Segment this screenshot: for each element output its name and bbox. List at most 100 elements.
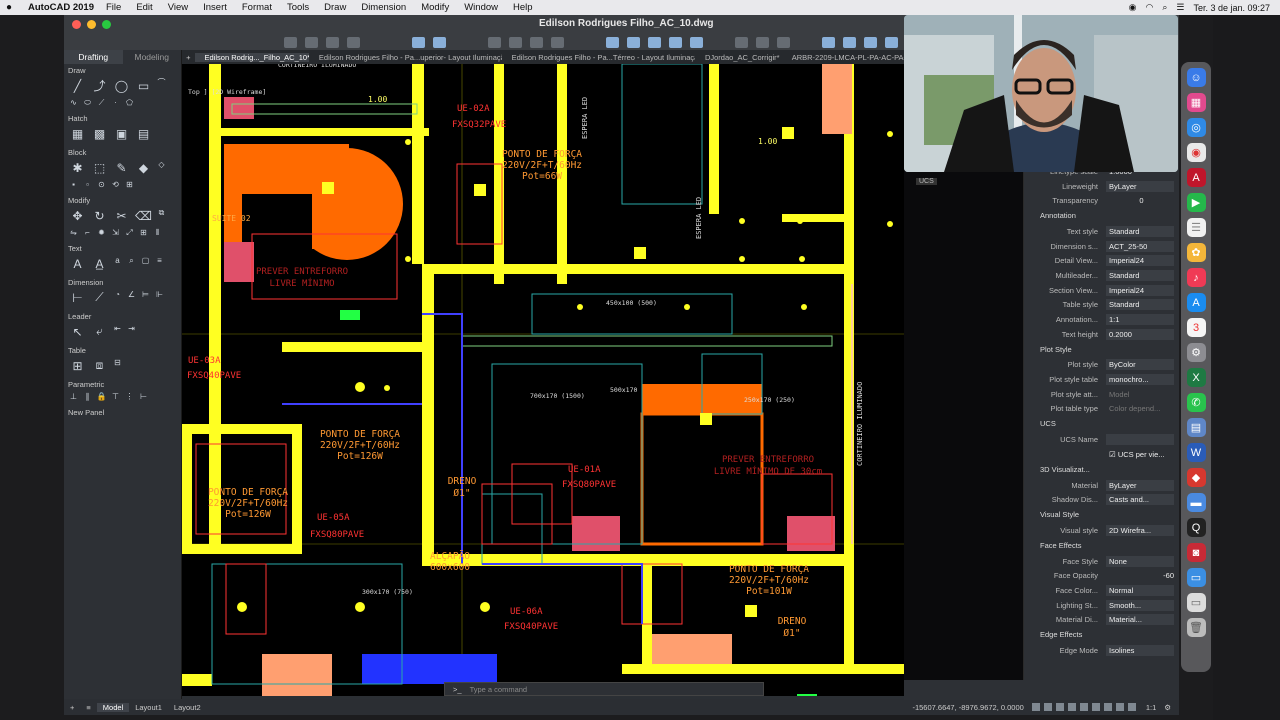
base-point-icon[interactable]: ⊙ [96, 179, 107, 190]
system-preferences-icon[interactable]: ⚙ [1186, 343, 1206, 362]
transparency-toggle-icon[interactable] [1115, 703, 1124, 711]
polar-toggle-icon[interactable] [1067, 703, 1076, 711]
data-extract-icon[interactable]: ⧈ [90, 357, 109, 374]
dimension-style-select[interactable]: ACT_25-50 [1106, 240, 1174, 252]
visual-style-heading[interactable]: Visual Style [1026, 507, 1174, 523]
scale-icon[interactable]: ⤢ [124, 227, 135, 238]
pan-icon[interactable] [756, 36, 769, 48]
menu-view[interactable]: View [168, 2, 188, 13]
zoom-window-button[interactable] [102, 20, 111, 29]
horizontal-icon[interactable]: ⊤ [110, 391, 121, 402]
app-icon[interactable]: ▬ [1186, 493, 1206, 512]
spline-icon[interactable]: ∿ [68, 97, 79, 108]
matchprop-icon[interactable] [843, 36, 856, 48]
drawing-canvas[interactable]: UE-03A FXSQ40PAVE UE-02A FXSQ32PAVE UE-0… [182, 64, 904, 696]
annotation-scale[interactable]: 1:1 [1146, 703, 1156, 712]
model-tab[interactable]: Model [96, 702, 130, 712]
fillet-icon[interactable]: ⌐ [82, 227, 93, 238]
collect-leader-icon[interactable]: ⇥ [126, 323, 137, 334]
wifi-icon[interactable]: ◠ [1145, 2, 1153, 13]
move-icon[interactable]: ✥ [68, 207, 87, 224]
checkbox-icon[interactable]: ☑ [1109, 450, 1118, 459]
text-style-icon[interactable]: A̲ [90, 255, 109, 272]
mirror-icon[interactable]: ⇋ [68, 227, 79, 238]
minimize-window-button[interactable] [87, 20, 96, 29]
line-icon[interactable]: ╱ [68, 77, 87, 94]
material-select[interactable]: ByLayer [1106, 479, 1174, 491]
add-leader-icon[interactable]: ⤶ [90, 323, 109, 340]
insert-block-icon[interactable]: ⬚ [90, 159, 109, 176]
preview-icon[interactable]: ▤ [1186, 418, 1206, 437]
copy-icon[interactable]: ⧉ [156, 207, 167, 218]
lineweight-toggle-icon[interactable] [1103, 703, 1112, 711]
link-data-icon[interactable]: ⊟ [112, 357, 123, 368]
polyline-icon[interactable]: ⤴ [90, 77, 109, 94]
music-icon[interactable]: ♪ [1186, 268, 1206, 287]
rectangle-icon[interactable]: ▭ [134, 77, 153, 94]
lock-icon[interactable]: 🔒 [96, 391, 107, 402]
snap-toggle-icon[interactable] [1043, 703, 1052, 711]
orbit-icon[interactable] [777, 36, 790, 48]
continue-dim-icon[interactable]: ⊩ [154, 289, 165, 300]
spell-icon[interactable]: a [112, 255, 123, 266]
osnap-toggle-icon[interactable] [1079, 703, 1088, 711]
trash-icon[interactable]: 🗑 [1186, 618, 1206, 637]
aligned-dim-icon[interactable]: ⟋ [90, 289, 109, 306]
radius-dim-icon[interactable]: ◔ [112, 289, 123, 300]
gradient-icon[interactable]: ▩ [90, 125, 109, 142]
calendar-icon[interactable]: 3 [1186, 318, 1206, 337]
plot-style-select[interactable]: ByColor [1106, 359, 1174, 371]
multileader-select[interactable]: Standard [1106, 269, 1174, 281]
table-style-select[interactable]: Standard [1106, 299, 1174, 311]
clock[interactable]: Ter. 3 de jan. 09:27 [1193, 3, 1270, 13]
section-view-select[interactable]: Imperial24 [1106, 284, 1174, 296]
stretch-icon[interactable]: ⇲ [110, 227, 121, 238]
parallel-icon[interactable]: ∥ [82, 391, 93, 402]
print-icon[interactable] [509, 36, 522, 48]
safari-icon[interactable]: ◎ [1186, 118, 1206, 137]
ortho-toggle-icon[interactable] [1055, 703, 1064, 711]
boundary-icon[interactable]: ▣ [112, 125, 131, 142]
material-display-select[interactable]: Material... [1106, 614, 1174, 626]
polygon-icon[interactable]: ⬠ [124, 97, 135, 108]
layer-state-icon[interactable] [627, 36, 640, 48]
layout-tab[interactable]: Layout2 [168, 703, 207, 712]
text-height-input[interactable]: 0.2000 [1106, 328, 1174, 340]
edge-mode-select[interactable]: Isolines [1106, 645, 1174, 657]
plot-table-select[interactable]: monochro... [1106, 374, 1174, 386]
offset-icon[interactable]: ⫴ [152, 227, 163, 238]
face-effects-heading[interactable]: Face Effects [1026, 538, 1174, 554]
explode-icon[interactable]: ✹ [96, 227, 107, 238]
lineweight-select[interactable]: ByLayer [1106, 180, 1174, 192]
menu-format[interactable]: Format [242, 2, 272, 13]
doc-tab[interactable]: ARBR-2209-LMCA-PL-PA-AC-PA- [782, 53, 904, 62]
manage-attr-icon[interactable]: ⊞ [124, 179, 135, 190]
layer-icon[interactable] [606, 36, 619, 48]
detail-view-select[interactable]: Imperial24 [1106, 255, 1174, 267]
layer-iso-icon[interactable] [669, 36, 682, 48]
doc-tab[interactable]: Edilson Rodrig..._Filho_AC_10* [194, 52, 309, 62]
transparency-value[interactable]: 0 [1106, 195, 1174, 206]
annotation-heading[interactable]: Annotation [1026, 208, 1174, 224]
text-style-select[interactable]: Standard [1106, 225, 1174, 237]
menu-window[interactable]: Window [464, 2, 498, 13]
doc-tab[interactable]: DJordao_AC_Corrigir* [695, 53, 782, 62]
tab-drafting[interactable]: Drafting [64, 50, 123, 64]
tab-modeling[interactable]: Modeling [123, 50, 182, 64]
layer-prev-icon[interactable] [648, 36, 661, 48]
apple-icon[interactable]: ● [6, 2, 20, 13]
array-icon[interactable]: ⊞ [138, 227, 149, 238]
photo-booth-icon[interactable]: ◙ [1186, 543, 1206, 562]
app-name[interactable]: AutoCAD 2019 [28, 2, 94, 13]
tag-icon[interactable]: ◇ [156, 159, 167, 170]
angular-dim-icon[interactable]: ∠ [126, 289, 137, 300]
zoom-window-icon[interactable] [735, 36, 748, 48]
app-store-icon[interactable]: A [1186, 293, 1206, 312]
baseline-dim-icon[interactable]: ⊨ [140, 289, 151, 300]
hatch-icon[interactable]: ▦ [68, 125, 87, 142]
align-leader-icon[interactable]: ⇤ [112, 323, 123, 334]
attribute-icon[interactable]: ◆ [134, 159, 153, 176]
anydesk-icon[interactable]: ◆ [1186, 468, 1206, 487]
geometric-constraint-icon[interactable]: ⊥ [68, 391, 79, 402]
menu-dimension[interactable]: Dimension [361, 2, 406, 13]
